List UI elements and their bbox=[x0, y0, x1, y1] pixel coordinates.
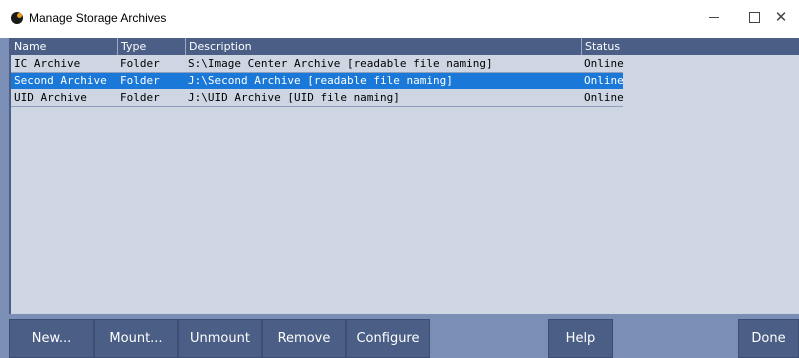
cell-description: J:\Second Archive [readable file naming] bbox=[188, 74, 453, 87]
configure-button[interactable]: Configure bbox=[346, 319, 430, 358]
cell-description: J:\UID Archive [UID file naming] bbox=[188, 91, 400, 104]
title-bar: Manage Storage Archives ✕ bbox=[0, 0, 799, 38]
list-item[interactable]: UID Archive Folder J:\UID Archive [UID f… bbox=[11, 90, 624, 106]
row-divider bbox=[11, 106, 623, 107]
column-header-description[interactable]: Description bbox=[185, 38, 581, 55]
done-button[interactable]: Done bbox=[738, 319, 799, 358]
cell-status: Online bbox=[584, 91, 624, 104]
cell-name: Second Archive bbox=[14, 74, 107, 87]
cell-description: S:\Image Center Archive [readable file n… bbox=[188, 57, 493, 70]
remove-button[interactable]: Remove bbox=[262, 319, 346, 358]
close-button[interactable]: ✕ bbox=[758, 0, 799, 34]
help-button[interactable]: Help bbox=[548, 319, 613, 358]
cell-type: Folder bbox=[120, 91, 160, 104]
cell-type: Folder bbox=[120, 74, 160, 87]
list-item-selected[interactable]: Second Archive Folder J:\Second Archive … bbox=[11, 73, 624, 89]
cell-name: IC Archive bbox=[14, 57, 81, 70]
window-title: Manage Storage Archives bbox=[29, 11, 167, 25]
dialog-body: Name Type Description Status IC Archive … bbox=[0, 38, 799, 358]
cell-name: UID Archive bbox=[14, 91, 87, 104]
cell-status: Online bbox=[584, 57, 624, 70]
column-header-name[interactable]: Name bbox=[11, 38, 117, 55]
unmount-button[interactable]: Unmount bbox=[178, 319, 262, 358]
column-header-type[interactable]: Type bbox=[117, 38, 185, 55]
archives-list[interactable]: Name Type Description Status IC Archive … bbox=[9, 38, 799, 314]
minimize-icon bbox=[709, 16, 719, 18]
close-icon: ✕ bbox=[774, 7, 788, 26]
mount-button[interactable]: Mount... bbox=[94, 319, 178, 358]
list-header: Name Type Description Status bbox=[11, 38, 799, 55]
cell-status: Online bbox=[584, 74, 624, 87]
manage-storage-archives-window: Manage Storage Archives ✕ Name Type Desc… bbox=[0, 0, 799, 358]
app-logo-icon bbox=[11, 12, 23, 24]
list-item[interactable]: IC Archive Folder S:\Image Center Archiv… bbox=[11, 56, 624, 72]
new-button[interactable]: New... bbox=[9, 319, 94, 358]
cell-type: Folder bbox=[120, 57, 160, 70]
column-header-status[interactable]: Status bbox=[581, 38, 799, 55]
